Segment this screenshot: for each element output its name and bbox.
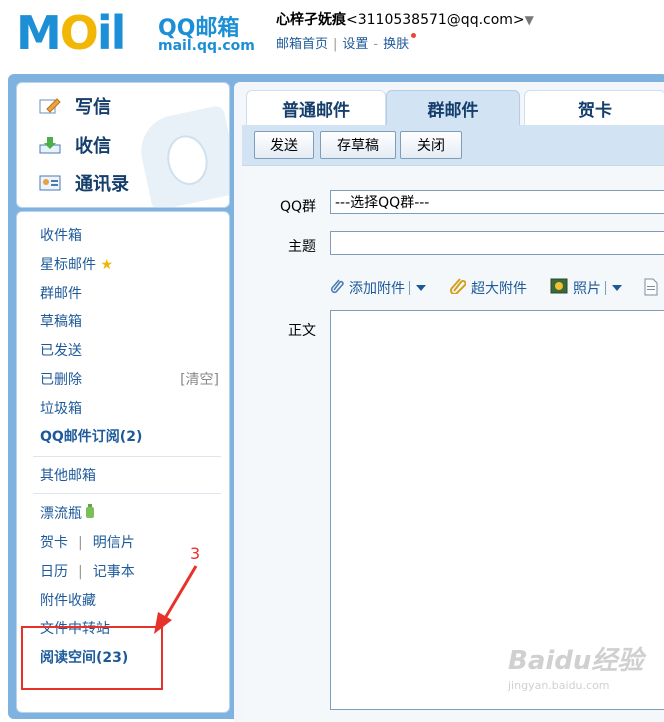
greeting-card-link[interactable]: 贺卡: [40, 535, 68, 551]
bottle-icon: [86, 504, 95, 522]
subject-label: 主题: [288, 239, 316, 255]
new-dot-icon: [411, 33, 417, 38]
watermark-brand: Baidu经验: [508, 646, 644, 676]
folder-inbox[interactable]: 收件箱: [40, 225, 82, 245]
add-attachment-button[interactable]: 添加附件: [330, 278, 426, 298]
compose-label: 写信: [75, 97, 111, 118]
star-icon: ★: [100, 257, 114, 273]
contacts-label: 通讯录: [75, 174, 129, 195]
qq-penguin-stamp-icon: [134, 104, 229, 207]
annotation-highlight-box: [21, 626, 163, 690]
close-button[interactable]: 关闭: [400, 131, 462, 159]
drift-bottle-link[interactable]: 漂流瓶: [40, 503, 95, 523]
folder-starred[interactable]: 星标邮件 ★: [40, 254, 113, 274]
logo-mark: MOil: [16, 6, 126, 60]
nav-home-link[interactable]: 邮箱首页: [276, 37, 328, 52]
folder-subscription[interactable]: QQ邮件订阅(2): [40, 426, 142, 446]
compose-panel: 普通邮件 群邮件 贺卡 发送 存草稿 关闭 QQ群 ---选择QQ群--- 主题…: [234, 82, 664, 722]
top-nav: 邮箱首页 | 设置 - 换肤: [276, 33, 417, 52]
attachment-dropdown-icon[interactable]: [416, 285, 426, 291]
receive-button[interactable]: 收信: [39, 132, 111, 158]
attachment-favorites-link[interactable]: 附件收藏: [40, 590, 96, 610]
document-icon: [644, 278, 658, 300]
document-button[interactable]: [644, 278, 663, 300]
folder-sent[interactable]: 已发送: [40, 340, 82, 360]
folder-other-mail[interactable]: 其他邮箱: [40, 465, 96, 485]
contacts-button[interactable]: 通讯录: [39, 170, 129, 196]
postcard-link[interactable]: 明信片: [93, 535, 135, 551]
photo-dropdown-icon[interactable]: [612, 285, 622, 291]
baidu-watermark: Baidu经验 jingyan.baidu.com: [508, 640, 658, 700]
paperclip-icon: [330, 278, 344, 298]
qq-mail-logo[interactable]: MOil QQ邮箱 mail.qq.com: [16, 6, 255, 60]
body-label: 正文: [288, 323, 316, 339]
inbox-download-icon: [39, 136, 61, 154]
save-draft-button[interactable]: 存草稿: [320, 131, 396, 159]
watermark-url: jingyan.baidu.com: [508, 679, 610, 692]
user-info[interactable]: 心梓孑妩痕<3110538571@qq.com>▼: [276, 9, 534, 29]
folder-group-mail[interactable]: 群邮件: [40, 283, 82, 303]
card-links: 贺卡 | 明信片: [40, 535, 135, 551]
compose-toolbar: 发送 存草稿 关闭: [242, 125, 664, 165]
photo-icon: [550, 278, 568, 298]
send-button[interactable]: 发送: [254, 131, 314, 159]
receive-label: 收信: [75, 136, 111, 157]
folder-spam[interactable]: 垃圾箱: [40, 398, 82, 418]
divider: [33, 456, 221, 457]
pencil-icon: [39, 97, 61, 115]
divider: [33, 493, 221, 494]
clear-deleted-link[interactable]: [清空]: [180, 369, 219, 389]
folder-drafts[interactable]: 草稿箱: [40, 311, 82, 331]
user-email: <3110538571@qq.com>: [346, 12, 525, 28]
large-paperclip-icon: [449, 278, 467, 298]
qq-group-label: QQ群: [280, 199, 317, 215]
contact-card-icon: [39, 174, 61, 192]
qq-group-select[interactable]: ---选择QQ群---: [330, 190, 664, 214]
tab-group-mail[interactable]: 群邮件: [386, 90, 520, 126]
nav-skin-link[interactable]: 换肤: [383, 37, 409, 52]
compose-button[interactable]: 写信: [39, 93, 111, 119]
tab-greeting-card[interactable]: 贺卡: [524, 90, 664, 126]
subject-input[interactable]: [330, 231, 664, 255]
tab-normal-mail[interactable]: 普通邮件: [246, 90, 386, 126]
account-dropdown-icon[interactable]: ▼: [525, 13, 534, 27]
calendar-link[interactable]: 日历: [40, 564, 68, 580]
logo-domain: mail.qq.com: [158, 38, 255, 54]
folder-deleted[interactable]: 已删除: [40, 369, 82, 389]
user-name: 心梓孑妩痕: [276, 12, 346, 28]
nav-settings-link[interactable]: 设置: [342, 37, 368, 52]
notebook-link[interactable]: 记事本: [93, 564, 135, 580]
calendar-links: 日历 | 记事本: [40, 564, 135, 580]
large-attachment-button[interactable]: 超大附件: [449, 278, 527, 298]
quick-actions-panel: 写信 收信 通讯录: [16, 82, 230, 208]
photo-button[interactable]: 照片: [550, 278, 622, 298]
